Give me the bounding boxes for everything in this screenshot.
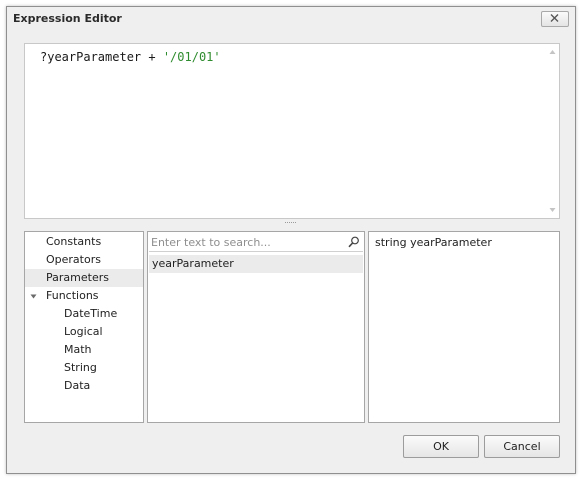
scroll-up-icon[interactable] <box>549 49 556 55</box>
tree-item-string[interactable]: String <box>25 359 143 377</box>
tree-item-data[interactable]: Data <box>25 377 143 395</box>
tree-item-label: Functions <box>46 289 99 302</box>
tree-item-label: String <box>64 361 97 374</box>
close-icon <box>550 14 559 22</box>
search-input[interactable] <box>149 233 341 251</box>
description-text: string yearParameter <box>375 236 492 249</box>
list-item-year-parameter[interactable]: yearParameter <box>149 255 363 273</box>
expand-triangle-icon[interactable] <box>30 293 37 300</box>
category-tree: Constants Operators Parameters Functions… <box>24 231 144 423</box>
cancel-button[interactable]: Cancel <box>484 435 560 458</box>
tree-item-operators[interactable]: Operators <box>25 251 143 269</box>
tree-item-logical[interactable]: Logical <box>25 323 143 341</box>
tree-item-label: Operators <box>46 253 101 266</box>
expression-text: ?yearParameter + '/01/01' <box>40 50 221 64</box>
close-button[interactable] <box>541 11 569 27</box>
tree-item-math[interactable]: Math <box>25 341 143 359</box>
tree-item-label: Parameters <box>46 271 109 284</box>
dialog-title: Expression Editor <box>13 12 122 25</box>
item-list-panel: yearParameter <box>147 231 365 423</box>
splitter-grip-icon[interactable] <box>285 221 297 225</box>
expression-editor-dialog: Expression Editor ?yearParameter + '/01/… <box>6 6 576 474</box>
tree-item-parameters[interactable]: Parameters <box>25 269 143 287</box>
search-box <box>149 233 363 252</box>
description-panel: string yearParameter <box>368 231 560 423</box>
list-item-label: yearParameter <box>152 257 234 270</box>
search-icon[interactable] <box>348 236 360 248</box>
tree-item-label: Logical <box>64 325 103 338</box>
tree-item-label: Math <box>64 343 92 356</box>
title-bar[interactable]: Expression Editor <box>7 7 575 31</box>
tree-item-functions[interactable]: Functions <box>25 287 143 305</box>
tree-item-label: Data <box>64 379 91 392</box>
expression-parameter-part: ?yearParameter + <box>40 50 163 64</box>
tree-item-datetime[interactable]: DateTime <box>25 305 143 323</box>
ok-button[interactable]: OK <box>403 435 479 458</box>
tree-item-constants[interactable]: Constants <box>25 233 143 251</box>
scroll-down-icon[interactable] <box>549 207 556 213</box>
expression-text-editor[interactable]: ?yearParameter + '/01/01' <box>24 43 560 219</box>
tree-item-label: Constants <box>46 235 102 248</box>
expression-string-literal: '/01/01' <box>162 50 221 64</box>
tree-item-label: DateTime <box>64 307 118 320</box>
